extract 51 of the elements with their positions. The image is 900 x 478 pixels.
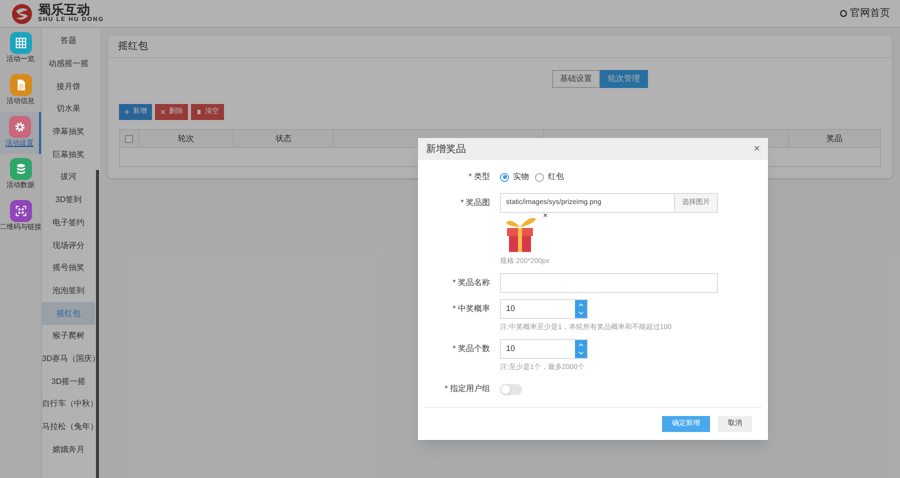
- home-icon: [840, 10, 847, 17]
- cross-icon: [160, 109, 166, 115]
- game-menu-item[interactable]: 3D赛马（国庆）: [42, 348, 95, 370]
- close-button[interactable]: ×: [754, 144, 760, 154]
- game-menu-item[interactable]: 弹幕抽奖: [42, 120, 95, 144]
- game-menu-item[interactable]: 猴子爬树: [42, 324, 95, 348]
- remove-image-button[interactable]: ×: [543, 212, 548, 220]
- field-label: * 指定用户组: [444, 383, 491, 395]
- game-menu-item[interactable]: 动感摇一摇: [42, 52, 95, 76]
- field-label: * 中奖概率: [452, 303, 491, 315]
- field-label: * 奖品个数: [452, 343, 491, 355]
- game-menu-item[interactable]: 切水果: [42, 98, 95, 121]
- game-menu-item[interactable]: 3D签到: [42, 188, 95, 212]
- trash-icon: [196, 109, 202, 115]
- home-link[interactable]: 官网首页: [840, 6, 890, 21]
- number-field[interactable]: 10: [500, 299, 588, 319]
- logo-icon: [10, 2, 34, 24]
- stepper-icon[interactable]: [578, 302, 584, 316]
- field-label: * 奖品名称: [452, 277, 491, 289]
- game-menu-item[interactable]: 接月饼: [42, 75, 95, 98]
- logo-title: 蜀乐互动: [38, 4, 90, 17]
- game-menu-item[interactable]: 摇号抽奖: [42, 256, 95, 280]
- stepper-icon[interactable]: [578, 342, 584, 356]
- scrollbar[interactable]: [96, 170, 99, 478]
- column-header: 轮次: [178, 132, 194, 144]
- radio-option[interactable]: 红包: [535, 171, 564, 183]
- select-all-checkbox[interactable]: [125, 134, 133, 142]
- number-input[interactable]: 10: [501, 340, 575, 358]
- game-menu-item[interactable]: 泡泡签到: [42, 280, 95, 302]
- game-menu-item[interactable]: 3D摇一摇: [42, 370, 95, 393]
- game-menu-item[interactable]: 答题: [42, 30, 95, 53]
- game-menu-item[interactable]: 马拉松（兔年）: [42, 416, 95, 438]
- plus-icon: [124, 109, 130, 115]
- tab[interactable]: 基础设置: [552, 70, 600, 88]
- text-field[interactable]: [500, 273, 718, 293]
- column-header: 状态: [276, 132, 292, 144]
- game-menu-item[interactable]: 现场评分: [42, 234, 95, 257]
- number-field[interactable]: 10: [500, 339, 588, 359]
- game-menu-item[interactable]: 电子签约: [42, 212, 95, 234]
- game-menu-item[interactable]: 拔河: [42, 166, 95, 189]
- field-label: * 奖品图: [460, 197, 491, 209]
- number-input[interactable]: 10: [501, 300, 575, 318]
- dialog-title: 新增奖品: [426, 142, 466, 156]
- field-label: * 类型: [468, 171, 491, 183]
- radio-option[interactable]: 实物: [500, 171, 529, 183]
- game-menu-item[interactable]: 巨幕抽奖: [42, 143, 95, 166]
- game-menu-item[interactable]: 嫦娥奔月: [42, 438, 95, 462]
- column-header: 奖品: [826, 132, 842, 144]
- toggle-switch[interactable]: [500, 384, 522, 394]
- panel-title: 摇红包: [108, 36, 892, 58]
- game-menu-item[interactable]: 自行车（中秋）: [42, 393, 95, 416]
